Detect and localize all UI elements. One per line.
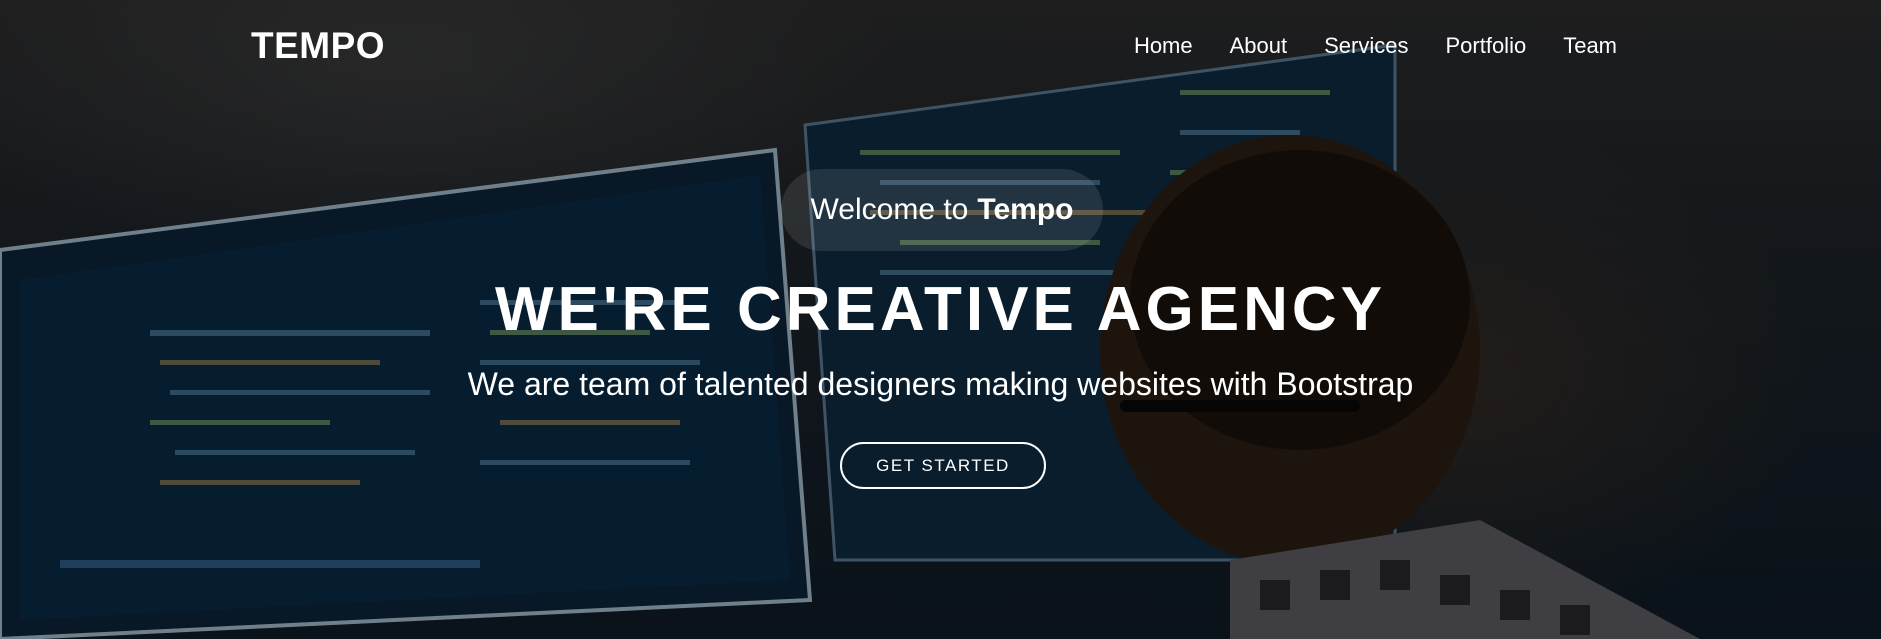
hero-subheadline: We are team of talented designers making… [467,366,1414,402]
nav-item-services[interactable]: Services [1324,33,1408,59]
main-nav: Home About Services Portfolio Team [1134,33,1617,59]
hero-headline: WE'RE CREATIVE AGENCY [494,275,1387,344]
welcome-prefix: Welcome to [810,193,969,226]
nav-item-home[interactable]: Home [1134,33,1193,59]
get-started-button[interactable]: GET STARTED [840,442,1046,489]
hero-section: TEMPO Home About Services Portfolio Team… [0,0,1881,639]
nav-item-portfolio[interactable]: Portfolio [1445,33,1526,59]
nav-item-about[interactable]: About [1230,33,1288,59]
welcome-badge: Welcome to Tempo [781,169,1103,251]
nav-item-team[interactable]: Team [1563,33,1617,59]
site-header: TEMPO Home About Services Portfolio Team [0,0,1881,94]
site-logo[interactable]: TEMPO [251,25,385,67]
welcome-brand: Tempo [977,193,1074,226]
